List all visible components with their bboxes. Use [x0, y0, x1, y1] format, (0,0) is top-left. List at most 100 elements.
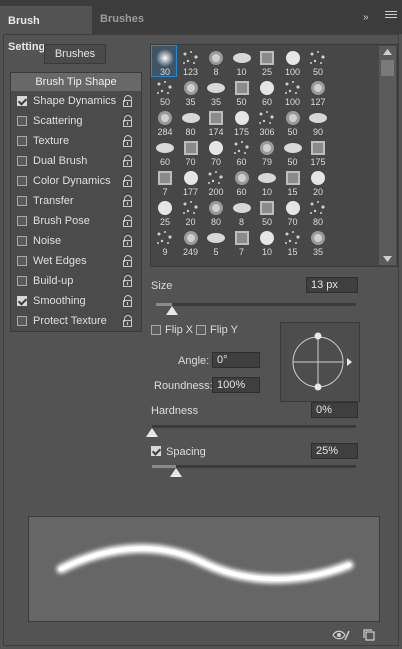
preset-scrollbar[interactable]: [379, 46, 396, 265]
brush-preset[interactable]: 10: [254, 166, 278, 197]
hardness-field[interactable]: 0%: [311, 402, 358, 418]
lock-icon[interactable]: [123, 155, 133, 167]
brush-preset[interactable]: 90: [305, 106, 329, 137]
brush-preset[interactable]: 25: [254, 46, 278, 77]
brush-preset[interactable]: 79: [254, 136, 278, 167]
flip-x-checkbox[interactable]: [151, 325, 161, 335]
roundness-field[interactable]: 100%: [212, 377, 260, 393]
brush-preset[interactable]: 7: [229, 226, 253, 257]
lock-icon[interactable]: [123, 195, 133, 207]
flip-y-checkbox[interactable]: [196, 325, 206, 335]
brush-preset[interactable]: 50: [152, 76, 176, 107]
angle-roundness-widget[interactable]: [280, 322, 360, 402]
size-field[interactable]: 13 px: [306, 277, 358, 293]
lock-icon[interactable]: [123, 135, 133, 147]
protect-texture-checkbox[interactable]: [17, 316, 27, 326]
scroll-up-icon[interactable]: [381, 48, 394, 56]
spacing-slider-thumb[interactable]: [170, 468, 183, 477]
brush-preset[interactable]: 35: [178, 76, 202, 107]
brush-preset[interactable]: 5: [203, 226, 227, 257]
option-scattering[interactable]: Scattering: [10, 112, 142, 132]
brush-preset[interactable]: 175: [229, 106, 253, 137]
brush-pose-checkbox[interactable]: [17, 216, 27, 226]
brush-preset[interactable]: 20: [305, 166, 329, 197]
panel-menu-icon[interactable]: [385, 9, 397, 21]
option-texture[interactable]: Texture: [10, 132, 142, 152]
brush-preset[interactable]: 10: [229, 46, 253, 77]
angle-field[interactable]: 0°: [212, 352, 260, 368]
option-brush-pose[interactable]: Brush Pose: [10, 212, 142, 232]
spacing-slider-track[interactable]: [152, 465, 356, 468]
brush-preset[interactable]: 50: [280, 106, 304, 137]
collapse-panel-button[interactable]: »: [363, 12, 369, 23]
option-transfer[interactable]: Transfer: [10, 192, 142, 212]
brush-preset[interactable]: 60: [229, 136, 253, 167]
option-wet-edges[interactable]: Wet Edges: [10, 252, 142, 272]
brush-preset[interactable]: 175: [305, 136, 329, 167]
smoothing-checkbox[interactable]: [17, 296, 27, 306]
scrollbar-thumb[interactable]: [381, 60, 394, 76]
brush-preset[interactable]: 60: [152, 136, 176, 167]
brush-preset[interactable]: 50: [280, 136, 304, 167]
noise-checkbox[interactable]: [17, 236, 27, 246]
lock-icon[interactable]: [123, 115, 133, 127]
brush-preset[interactable]: 70: [178, 136, 202, 167]
brushes-button[interactable]: Brushes: [44, 44, 106, 64]
lock-icon[interactable]: [123, 95, 133, 107]
size-slider-track[interactable]: [156, 303, 356, 306]
brush-preset[interactable]: 50: [305, 46, 329, 77]
color-dynamics-checkbox[interactable]: [17, 176, 27, 186]
brush-preset[interactable]: 249: [178, 226, 202, 257]
brush-preset[interactable]: 35: [305, 226, 329, 257]
brush-preset[interactable]: 200: [203, 166, 227, 197]
brush-preset[interactable]: 20: [178, 196, 202, 227]
lock-icon[interactable]: [123, 255, 133, 267]
brush-preset[interactable]: 8: [229, 196, 253, 227]
option-noise[interactable]: Noise: [10, 232, 142, 252]
brush-preset[interactable]: 7: [152, 166, 176, 197]
lock-icon[interactable]: [123, 295, 133, 307]
lock-icon[interactable]: [123, 315, 133, 327]
lock-icon[interactable]: [123, 275, 133, 287]
brush-preset[interactable]: 9: [152, 226, 176, 257]
brush-preset[interactable]: 50: [254, 196, 278, 227]
brush-preset[interactable]: 60: [229, 166, 253, 197]
option-shape-dynamics[interactable]: Shape Dynamics: [10, 92, 142, 112]
brush-preset[interactable]: 127: [305, 76, 329, 107]
shape-dynamics-checkbox[interactable]: [17, 96, 27, 106]
scattering-checkbox[interactable]: [17, 116, 27, 126]
brush-preset[interactable]: 284: [152, 106, 176, 137]
lock-icon[interactable]: [123, 235, 133, 247]
brush-preset[interactable]: 35: [203, 76, 227, 107]
texture-checkbox[interactable]: [17, 136, 27, 146]
eye-brush-icon[interactable]: [332, 628, 350, 642]
transfer-checkbox[interactable]: [17, 196, 27, 206]
brush-preset[interactable]: 25: [152, 196, 176, 227]
brush-preset[interactable]: 100: [280, 46, 304, 77]
brush-preset[interactable]: 50: [229, 76, 253, 107]
brush-tip-shape-item[interactable]: Brush Tip Shape: [11, 73, 141, 91]
brush-preset[interactable]: 174: [203, 106, 227, 137]
new-preset-icon[interactable]: [362, 628, 376, 642]
brush-preset[interactable]: 30: [151, 45, 177, 77]
option-smoothing[interactable]: Smoothing: [10, 292, 142, 312]
hardness-slider-thumb[interactable]: [146, 428, 158, 437]
hardness-slider-track[interactable]: [152, 425, 356, 428]
lock-icon[interactable]: [123, 215, 133, 227]
dual-brush-checkbox[interactable]: [17, 156, 27, 166]
tab-brushes[interactable]: Brushes: [92, 6, 152, 34]
brush-preset[interactable]: 60: [254, 76, 278, 107]
brush-preset[interactable]: 306: [254, 106, 278, 137]
brush-preset[interactable]: 8: [203, 46, 227, 77]
spacing-field[interactable]: 25%: [311, 443, 358, 459]
brush-preset[interactable]: 100: [280, 76, 304, 107]
build-up-checkbox[interactable]: [17, 276, 27, 286]
option-dual-brush[interactable]: Dual Brush: [10, 152, 142, 172]
brush-preset[interactable]: 177: [178, 166, 202, 197]
tab-brush-settings[interactable]: Brush Settings: [0, 6, 92, 53]
brush-preset[interactable]: 70: [203, 136, 227, 167]
brush-preset[interactable]: 15: [280, 226, 304, 257]
brush-preset[interactable]: 123: [178, 46, 202, 77]
brush-preset[interactable]: 10: [254, 226, 278, 257]
wet-edges-checkbox[interactable]: [17, 256, 27, 266]
